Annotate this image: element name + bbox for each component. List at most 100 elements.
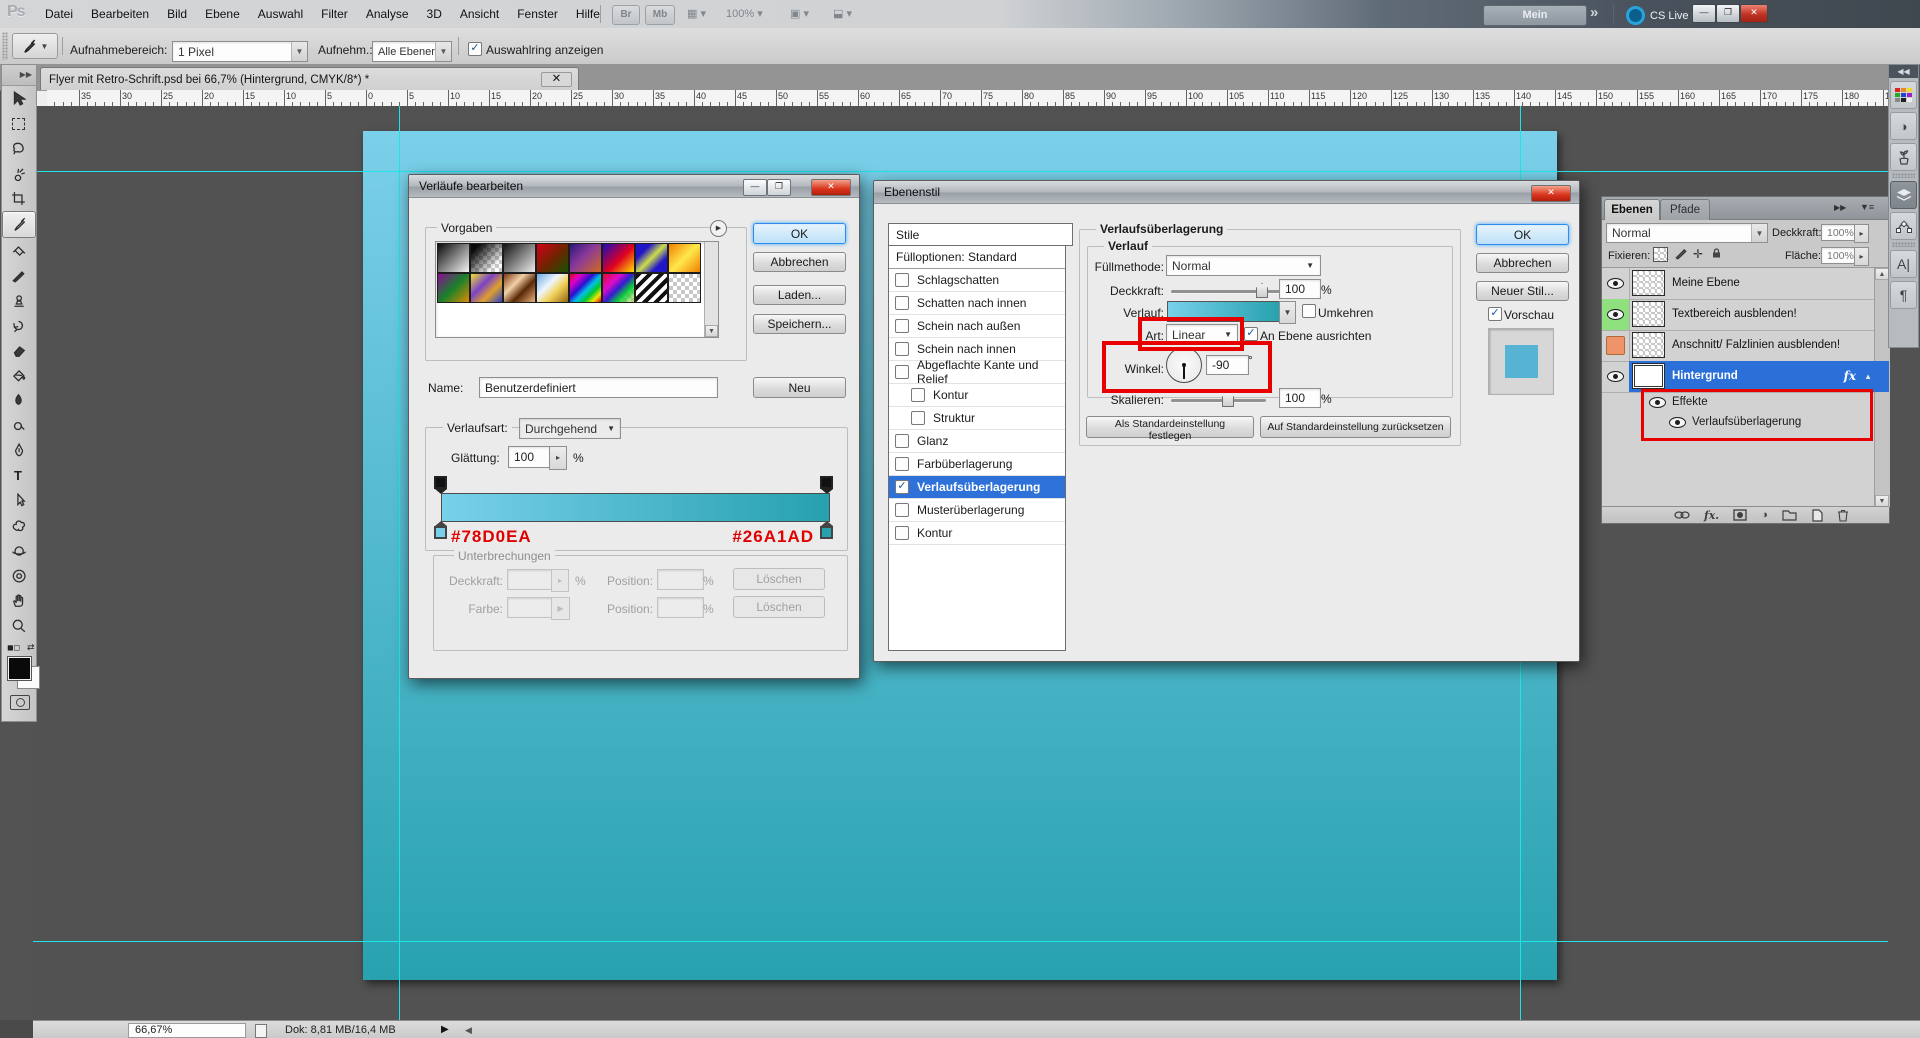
paths-panel-icon[interactable] — [1890, 212, 1917, 240]
eye-icon[interactable] — [1607, 371, 1624, 382]
close-icon[interactable]: ✕ — [811, 179, 851, 196]
style-item-glanz[interactable]: Glanz — [889, 430, 1065, 453]
blend-mode-dropdown[interactable]: Normal▼ — [1606, 223, 1768, 243]
tool-clone-stamp[interactable] — [2, 288, 34, 313]
style-checkbox[interactable] — [895, 319, 909, 333]
screen-mode-icon[interactable]: ⬓ ▾ — [833, 7, 852, 20]
dialog-titlebar[interactable]: Verläufe bearbeiten — ❐ ✕ — [409, 175, 859, 198]
lock-position-icon[interactable]: ✛ — [1693, 247, 1703, 261]
delete-layer-icon[interactable] — [1837, 509, 1849, 522]
gradient-preset-noise-stripes[interactable] — [636, 274, 667, 302]
preset-menu-icon[interactable]: ▶ — [710, 220, 727, 237]
style-checkbox[interactable] — [895, 342, 909, 356]
menu-bearbeiten[interactable]: Bearbeiten — [82, 0, 158, 28]
quick-mask-button[interactable] — [10, 695, 30, 710]
lock-transparency-icon[interactable] — [1654, 248, 1667, 261]
tool-zoom[interactable] — [2, 613, 34, 638]
style-checkbox[interactable] — [895, 526, 909, 540]
bridge-button[interactable]: Br — [612, 5, 640, 25]
tool-eyedropper[interactable] — [2, 211, 36, 238]
gradient-preset-blue-yellow-blue[interactable] — [636, 244, 667, 272]
gradient-preset-violet-orange[interactable] — [570, 244, 601, 272]
gradient-preset-spectrum[interactable] — [570, 274, 601, 302]
style-item-kontur[interactable]: Kontur — [889, 522, 1065, 545]
arrange-documents-icon[interactable]: ▣ ▾ — [790, 7, 809, 20]
style-checkbox[interactable] — [895, 434, 909, 448]
blend-mode-dropdown[interactable]: Normal▼ — [1166, 255, 1321, 276]
collapse-icons[interactable]: ▶▶ — [1834, 203, 1846, 212]
gradient-preset-transparent[interactable] — [669, 274, 700, 302]
workspace-button[interactable]: Mein Arbeitsbereich — [1483, 5, 1587, 26]
tool-3d-rotate[interactable] — [2, 538, 34, 563]
cancel-button[interactable]: Abbrechen — [753, 252, 846, 272]
scale-field[interactable]: 100 — [1279, 388, 1321, 408]
gradient-preset-violet-green-orange[interactable] — [438, 274, 469, 302]
tool-path-selection[interactable] — [2, 488, 34, 513]
masks-panel-icon[interactable] — [1890, 143, 1917, 171]
style-item-abgeflachte-kante-und-relief[interactable]: Abgeflachte Kante und Relief — [889, 361, 1065, 384]
close-icon[interactable]: ✕ — [1531, 185, 1571, 202]
new-style-button[interactable]: Neuer Stil... — [1476, 281, 1569, 301]
style-item-schatten-nach-innen[interactable]: Schatten nach innen — [889, 292, 1065, 315]
adjustments-panel-icon[interactable]: ◑ — [1890, 112, 1917, 140]
layer-row-anschnitt-falzlinien-ausblenden-[interactable]: Anschnitt/ Falzlinien ausblenden! — [1602, 330, 1874, 362]
gradient-preset-chrome-gold[interactable] — [537, 274, 568, 302]
scale-slider[interactable] — [1171, 399, 1266, 402]
new-group-icon[interactable] — [1782, 510, 1797, 521]
style-item-musterüberlagerung[interactable]: Musterüberlagerung — [889, 499, 1065, 522]
layer-style-icon[interactable]: fx. — [1704, 509, 1719, 522]
opacity-field[interactable]: 100 — [1279, 279, 1321, 299]
tool-preset-picker[interactable]: ▼ — [12, 33, 58, 59]
zoom-level-field[interactable]: 66,67% — [128, 1023, 246, 1038]
tool-pen[interactable] — [2, 438, 34, 463]
adjustment-layer-icon[interactable]: ◑ — [1761, 509, 1768, 521]
gradient-preset-red-green[interactable] — [537, 244, 568, 272]
gradient-preset-yellow-violet-orange-blue[interactable] — [471, 274, 502, 302]
tool-blur[interactable] — [2, 388, 34, 413]
ok-button[interactable]: OK — [753, 223, 846, 244]
character-panel-icon[interactable]: A| — [1890, 250, 1917, 278]
layer-thumbnail[interactable] — [1632, 332, 1665, 358]
lock-all-icon[interactable] — [1710, 246, 1723, 263]
scroll-left-icon[interactable]: ◀ — [465, 1025, 472, 1036]
style-checkbox[interactable] — [895, 457, 909, 471]
visibility-well[interactable] — [1602, 268, 1630, 299]
style-item-struktur[interactable]: Struktur — [889, 407, 1065, 430]
menu-auswahl[interactable]: Auswahl — [249, 0, 312, 28]
gradient-picker-arrow[interactable]: ▼ — [1279, 301, 1296, 324]
menu-datei[interactable]: Datei — [36, 0, 82, 28]
reset-default-button[interactable]: Auf Standardeinstellung zurücksetzen — [1260, 416, 1451, 438]
opacity-stop-right[interactable] — [820, 476, 833, 492]
tool-quick-selection[interactable] — [2, 161, 34, 186]
color-stop-right[interactable] — [820, 521, 833, 537]
menu-3d[interactable]: 3D — [418, 0, 451, 28]
new-button[interactable]: Neu — [753, 377, 846, 398]
style-item-fülloptionen-standard[interactable]: Fülloptionen: Standard — [889, 246, 1065, 269]
style-item-schlagschatten[interactable]: Schlagschatten — [889, 269, 1065, 292]
tool-rectangular-marquee[interactable] — [2, 111, 34, 136]
swap-colors-icon[interactable]: ⇄ — [27, 642, 35, 653]
align-checkbox[interactable]: ✓ — [1244, 327, 1258, 341]
guide-vertical[interactable] — [399, 106, 400, 1020]
tool-paint-bucket[interactable] — [2, 363, 34, 388]
dock-collapse-icon[interactable]: ◀◀ — [1889, 65, 1918, 78]
cs-live-menu[interactable]: CS Live ▾ — [1626, 6, 1697, 25]
status-menu-icon[interactable]: ▶ — [441, 1024, 449, 1035]
style-checkbox[interactable] — [895, 296, 909, 310]
tool-3d-orbit[interactable] — [2, 563, 34, 588]
style-item-farbüberlagerung[interactable]: Farbüberlagerung — [889, 453, 1065, 476]
smoothness-spinner[interactable]: ▸ — [549, 446, 567, 470]
options-grip[interactable] — [2, 32, 8, 60]
menu-filter[interactable]: Filter — [312, 0, 357, 28]
menu-fenster[interactable]: Fenster — [508, 0, 567, 28]
gradient-preview-bar[interactable] — [441, 493, 830, 522]
styles-header[interactable]: Stile — [888, 223, 1073, 246]
ok-button[interactable]: OK — [1476, 224, 1569, 245]
swatches-panel-icon[interactable] — [1890, 81, 1917, 109]
visibility-well[interactable] — [1602, 299, 1630, 330]
save-button[interactable]: Speichern... — [753, 314, 846, 334]
show-ring-checkbox[interactable]: ✓ — [468, 42, 482, 56]
scroll-up-icon[interactable]: ▲ — [1875, 268, 1889, 280]
view-extras-icon[interactable]: ▦ ▾ — [687, 7, 706, 20]
visibility-well[interactable] — [1602, 330, 1630, 361]
